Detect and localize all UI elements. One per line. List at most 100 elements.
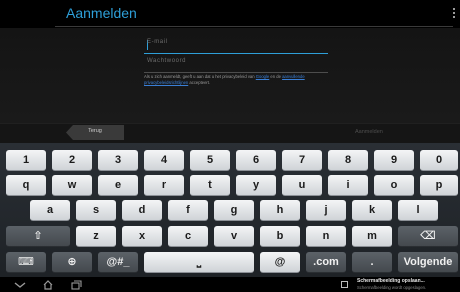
key-r[interactable]: r [144,175,184,196]
key-m[interactable]: m [352,226,392,247]
key-p[interactable]: p [420,175,458,196]
key-q[interactable]: q [6,175,46,196]
key-s[interactable]: s [76,200,116,221]
action-key[interactable]: Volgende [398,252,458,273]
email-underline [144,53,328,54]
key-n[interactable]: n [306,226,346,247]
period-key[interactable]: . [352,252,392,273]
key-label: e [114,179,122,191]
back-button-label: Terug [88,128,102,134]
symbols-key-label: @#_ [106,256,130,268]
google-privacy-link[interactable]: Google [256,74,270,79]
space-icon: ⎵ [196,256,202,268]
key-label: y [252,179,260,191]
key-t[interactable]: t [190,175,230,196]
title-divider [55,26,453,27]
key-label: l [416,204,420,216]
system-nav-bar: Schermafbeelding opslaan... Schermafbeel… [0,277,460,292]
key-label: n [322,230,330,242]
backspace-key[interactable]: ⌫ [398,226,458,247]
signin-button[interactable]: Aanmelden [355,129,405,135]
key-label: 6 [252,154,260,166]
key-5[interactable]: 5 [190,150,230,171]
screen: Aanmelden E-mail Wachtwoord Als u zich a… [0,0,460,292]
keyboard-icon: ⌨ [18,256,34,268]
dotcom-key[interactable]: .com [306,252,346,273]
page-title: Aanmelden [66,5,137,21]
key-d[interactable]: d [122,200,162,221]
key-label: c [184,230,192,242]
shift-key[interactable]: ⇧ [6,226,70,247]
home-nav-icon[interactable] [42,280,54,290]
symbols-key[interactable]: @#_ [98,252,138,273]
key-z[interactable]: z [76,226,116,247]
key-4[interactable]: 4 [144,150,184,171]
key-label: z [93,230,99,242]
key-label: b [276,230,284,242]
action-key-label: Volgende [403,256,453,268]
privacy-suffix: accepteert. [188,79,211,85]
key-label: 3 [114,154,122,166]
notification-subtitle: Schermafbeelding wordt opgeslagen. [357,285,427,290]
key-7[interactable]: 7 [282,150,322,171]
key-x[interactable]: x [122,226,162,247]
key-9[interactable]: 9 [374,150,414,171]
key-label: h [276,204,284,216]
key-label: w [67,179,77,191]
key-l[interactable]: l [398,200,438,221]
action-bar: Aanmelden [0,0,460,28]
key-w[interactable]: w [52,175,92,196]
password-field[interactable]: Wachtwoord [144,57,328,73]
keyboard-settings-key[interactable]: ⌨ [6,252,46,273]
key-label: 1 [22,154,30,166]
notification-title: Schermafbeelding opslaan... [357,278,425,284]
key-y[interactable]: y [236,175,276,196]
privacy-prefix: Als u zich aanmeldt, geeft u aan dat u h… [144,74,256,79]
backspace-icon: ⌫ [420,230,436,242]
key-0[interactable]: 0 [420,150,458,171]
key-1[interactable]: 1 [6,150,46,171]
recent-apps-icon[interactable] [70,280,82,290]
key-c[interactable]: c [168,226,208,247]
key-label: p [435,179,443,191]
key-label: @ [274,256,286,268]
key-label: u [298,179,306,191]
overflow-menu-icon[interactable] [452,8,456,22]
space-key[interactable]: ⎵ [144,252,254,273]
key-label: . [370,256,374,268]
key-8[interactable]: 8 [328,150,368,171]
key-v[interactable]: v [214,226,254,247]
language-key[interactable]: ⊕ [52,252,92,273]
key-u[interactable]: u [282,175,322,196]
key-b[interactable]: b [260,226,300,247]
key-label: q [22,179,30,191]
key-i[interactable]: i [328,175,368,196]
email-placeholder: E-mail [147,39,168,45]
key-h[interactable]: h [260,200,300,221]
back-button[interactable]: Terug [66,125,124,140]
at-key[interactable]: @ [260,252,300,273]
signin-form: E-mail Wachtwoord Als u zich aanmeldt, g… [0,28,460,123]
key-k[interactable]: k [352,200,392,221]
key-e[interactable]: e [98,175,138,196]
key-f[interactable]: f [168,200,208,221]
soft-keyboard: 1 2 3 4 5 6 7 8 9 0 q w e r t y u i o p … [0,143,460,277]
button-bar: Terug Aanmelden [0,123,460,144]
key-g[interactable]: g [214,200,254,221]
key-label: i [346,179,350,191]
key-3[interactable]: 3 [98,150,138,171]
email-field[interactable]: E-mail [144,38,328,54]
key-label: g [230,204,238,216]
key-label: r [161,179,167,191]
key-j[interactable]: j [306,200,346,221]
key-2[interactable]: 2 [52,150,92,171]
key-o[interactable]: o [374,175,414,196]
globe-icon: ⊕ [67,256,77,268]
back-nav-icon[interactable] [14,280,26,290]
password-underline [144,72,328,73]
key-a[interactable]: a [30,200,70,221]
screenshot-notification-icon [341,281,348,288]
key-label: d [138,204,146,216]
key-6[interactable]: 6 [236,150,276,171]
key-label: 4 [160,154,168,166]
